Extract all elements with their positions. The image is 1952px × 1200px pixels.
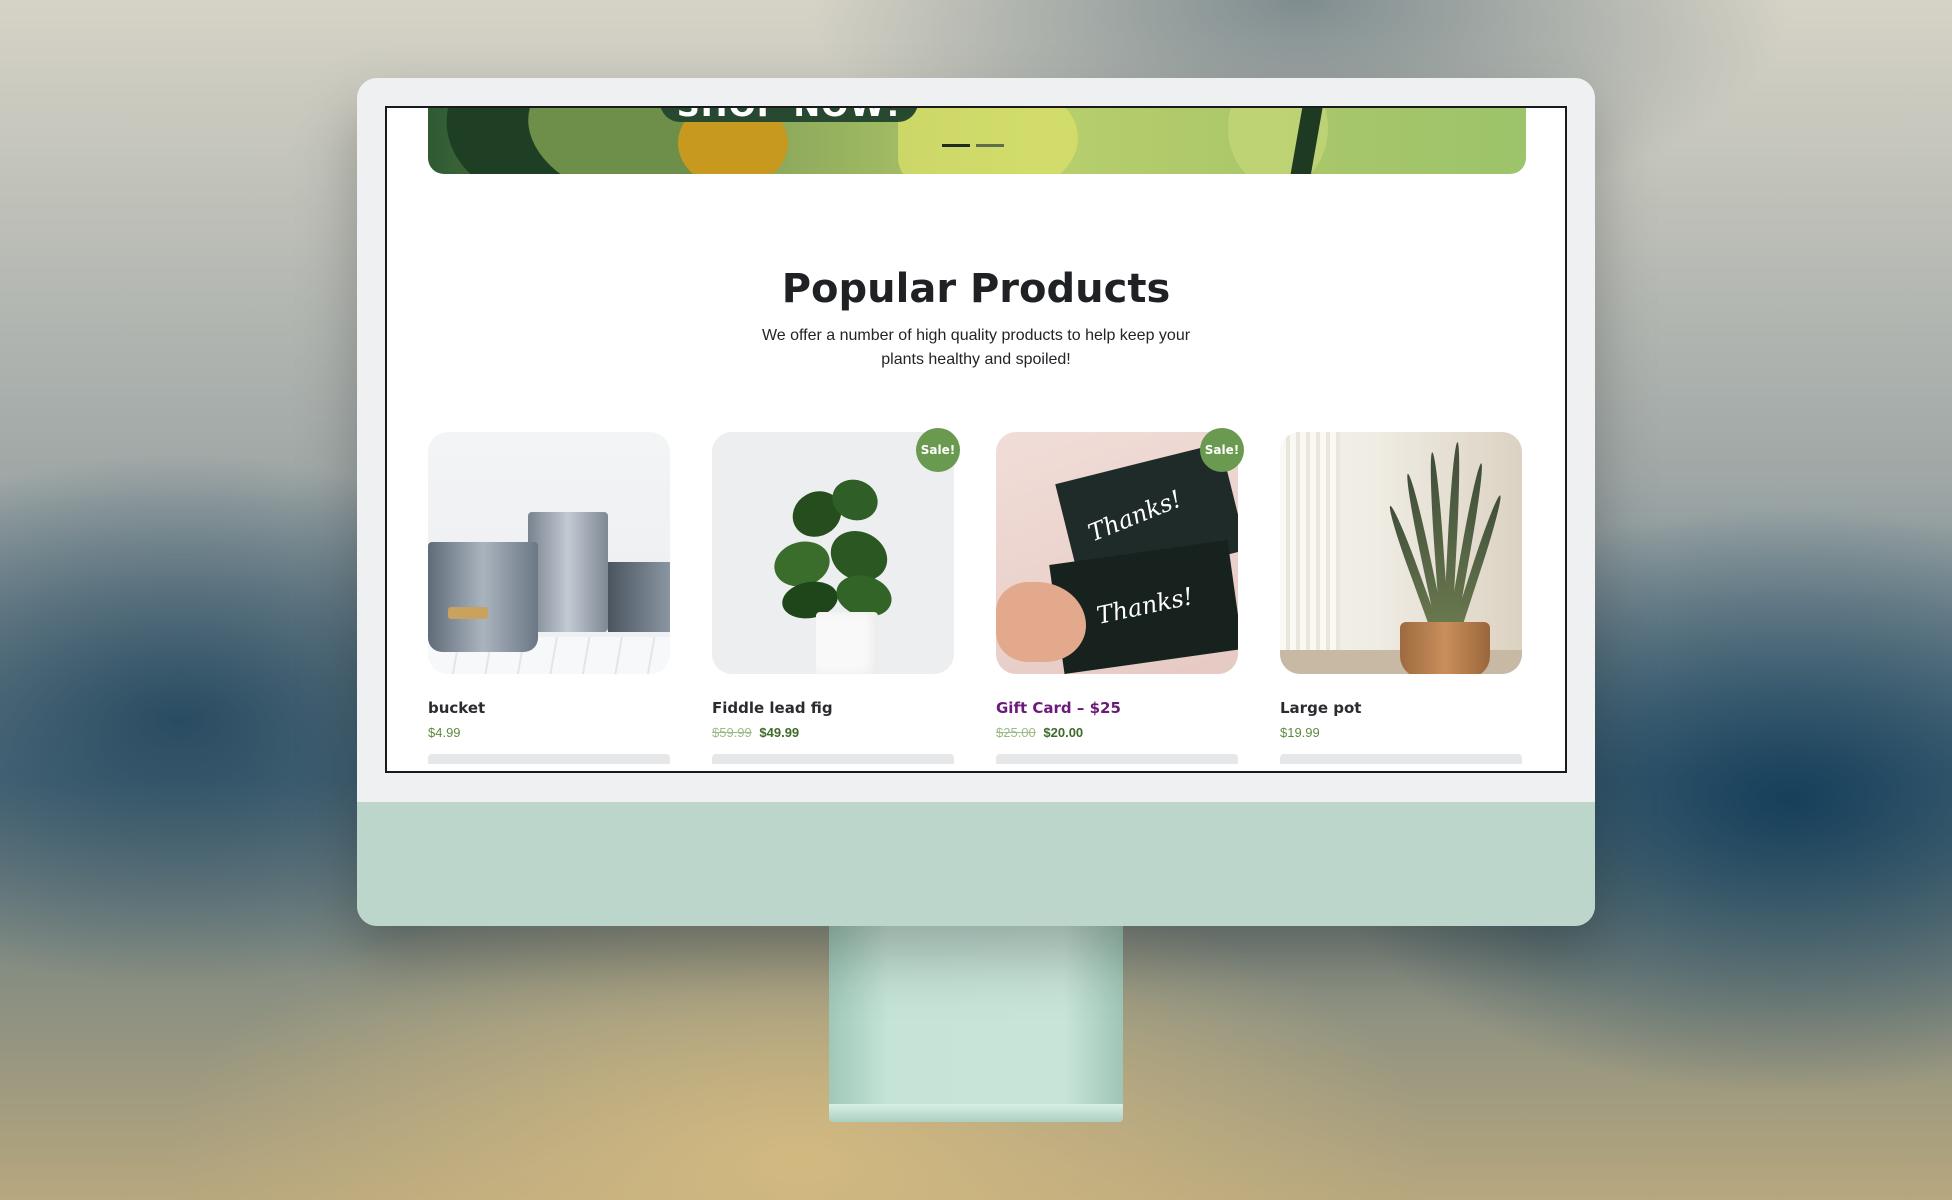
product-card[interactable]: Sale! Fiddle lead fig $59.99 $49.99 [712, 428, 960, 764]
section-title: Popular Products [781, 266, 1171, 312]
add-to-cart-button[interactable] [1280, 754, 1522, 764]
slider-dots [942, 144, 1004, 147]
original-price: $59.99 [712, 725, 752, 740]
curtain-shape [1280, 432, 1340, 674]
current-price: $19.99 [1280, 725, 1320, 740]
original-price: $25.00 [996, 725, 1036, 740]
sale-badge: Sale! [1200, 428, 1244, 472]
monitor-chin [357, 802, 1595, 926]
add-to-cart-button[interactable] [428, 754, 670, 764]
tag-shape [448, 607, 488, 619]
product-card[interactable]: Thanks! Thanks! Sale! Gift Card – $25 $2… [996, 428, 1244, 764]
add-to-cart-button[interactable] [712, 754, 954, 764]
monitor: SHOP NOW! Popular Products We offer a nu… [357, 78, 1595, 926]
product-name[interactable]: Large pot [1280, 699, 1522, 717]
product-image-gift-card[interactable]: Thanks! Thanks! [996, 432, 1238, 674]
product-price: $4.99 [428, 725, 670, 740]
product-card[interactable]: Large pot $19.99 [1280, 432, 1522, 764]
monitor-stand-foot [829, 1104, 1123, 1122]
shop-now-button[interactable]: SHOP NOW! [660, 108, 918, 122]
browser-viewport: SHOP NOW! Popular Products We offer a nu… [385, 106, 1567, 773]
slider-dot[interactable] [976, 144, 1004, 147]
bucket-shape [608, 562, 670, 632]
product-card[interactable]: bucket $4.99 [428, 432, 670, 764]
product-price: $59.99 $49.99 [712, 725, 954, 740]
product-image-large-pot[interactable] [1280, 432, 1522, 674]
section-subtitle: We offer a number of high quality produc… [761, 327, 1191, 368]
product-price: $19.99 [1280, 725, 1522, 740]
slider-dot-active[interactable] [942, 144, 970, 147]
product-price: $25.00 $20.00 [996, 725, 1238, 740]
bucket-shape [428, 542, 538, 652]
bucket-shape [528, 512, 608, 632]
hero-banner[interactable]: SHOP NOW! [428, 108, 1526, 174]
product-image-fiddle-leaf-fig[interactable] [712, 432, 954, 674]
sale-price: $49.99 [759, 725, 800, 740]
product-name[interactable]: Fiddle lead fig [712, 699, 954, 717]
leaf-graphic [898, 108, 1078, 174]
product-image-bucket[interactable] [428, 432, 670, 674]
sale-badge: Sale! [916, 428, 960, 472]
product-name[interactable]: bucket [428, 699, 670, 717]
add-to-cart-button[interactable] [996, 754, 1238, 764]
pot-shape [1400, 622, 1490, 674]
monitor-stand [829, 926, 1123, 1120]
pot-shape [816, 612, 878, 674]
product-name[interactable]: Gift Card – $25 [996, 699, 1238, 717]
sale-price: $20.00 [1043, 725, 1084, 740]
current-price: $4.99 [428, 725, 461, 740]
